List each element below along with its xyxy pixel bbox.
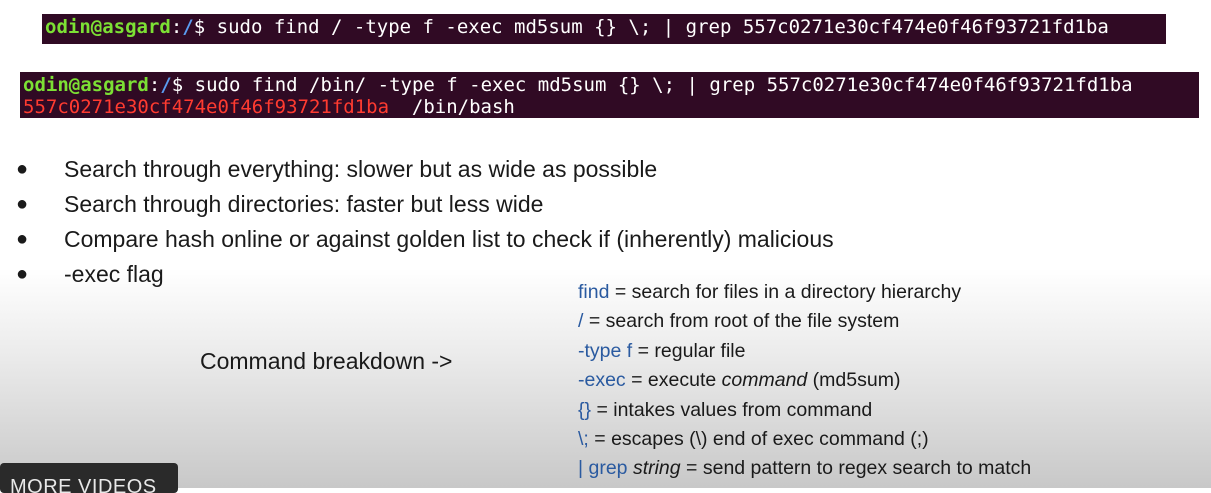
definition-row: / = search from root of the file system <box>578 307 1031 336</box>
bullet-text: Search through everything: slower but as… <box>64 156 658 182</box>
terminal-result-file: /bin/bash <box>389 96 515 118</box>
definition-keyword: -exec <box>578 369 626 392</box>
terminal-result-hash: 557c0271e30cf474e0f46f93721fd1ba <box>23 96 390 118</box>
more-videos-button[interactable]: MORE VIDEOS <box>0 463 178 493</box>
definition-text: (md5sum) <box>807 369 901 392</box>
bullet-dot: ● <box>16 228 29 250</box>
terminal-user: odin@asgard <box>45 16 171 38</box>
bullet-text: Search through directories: faster but l… <box>64 191 544 217</box>
definition-keyword: find <box>578 281 610 303</box>
definition-text: = regular file <box>632 339 746 362</box>
terminal-command-text: $ sudo find / -type f -exec md5sum {} \;… <box>193 16 1109 38</box>
bullet-list: ● Search through everything: slower but a… <box>16 152 834 292</box>
definition-row: -type f = regular file <box>578 337 1031 366</box>
bullet-item: ● Search through everything: slower but a… <box>16 152 834 187</box>
definition-italic: command <box>721 369 808 392</box>
bullet-dot: ● <box>16 193 29 215</box>
command-breakdown-label: Command breakdown -> <box>200 348 453 374</box>
definition-text: = intakes values from command <box>591 398 873 421</box>
terminal-command-bin-search: odin@asgard:/$ sudo find /bin/ -type f -… <box>20 72 1199 118</box>
bullet-text: Compare hash online or against golden li… <box>64 226 834 252</box>
definition-text: = search from root of the file system <box>583 310 900 333</box>
definition-row: {} = intakes values from command <box>578 396 1031 425</box>
definition-keyword: {} <box>578 398 592 421</box>
definition-text: = send pattern to regex search to match <box>680 457 1032 480</box>
definition-row: | grep string = send pattern to regex se… <box>578 454 1031 483</box>
terminal-command-text: $ sudo find /bin/ -type f -exec md5sum {… <box>171 74 1133 96</box>
terminal-path: / <box>182 16 194 38</box>
bullet-item: ● Compare hash online or against golden l… <box>16 222 834 257</box>
definition-text: = execute <box>625 369 722 392</box>
command-definitions: find = search for files in a directory h… <box>578 278 1031 484</box>
bullet-dot: ● <box>16 263 29 285</box>
bullet-item: ● Search through directories: faster but … <box>16 187 834 222</box>
definition-keyword: | grep <box>578 457 628 480</box>
terminal-separator: : <box>148 74 161 96</box>
definition-row: \; = escapes (\) end of exec command (;) <box>578 425 1031 454</box>
terminal-path: / <box>160 74 172 96</box>
definition-text: = search for files in a directory hierar… <box>609 281 962 303</box>
definition-keyword: -type f <box>578 339 633 362</box>
definition-row: find = search for files in a directory h… <box>578 278 1031 307</box>
definition-keyword: \; <box>578 427 589 450</box>
definition-italic: string <box>632 457 681 480</box>
bullet-dot: ● <box>16 158 29 180</box>
definition-row: -exec = execute command (md5sum) <box>578 366 1031 395</box>
terminal-user: odin@asgard <box>23 74 149 96</box>
terminal-command-full-search: odin@asgard:/$ sudo find / -type f -exec… <box>42 14 1166 44</box>
terminal-separator: : <box>170 16 183 38</box>
bullet-text: -exec flag <box>64 261 164 287</box>
definition-text: = escapes (\) end of exec command (;) <box>588 427 929 450</box>
